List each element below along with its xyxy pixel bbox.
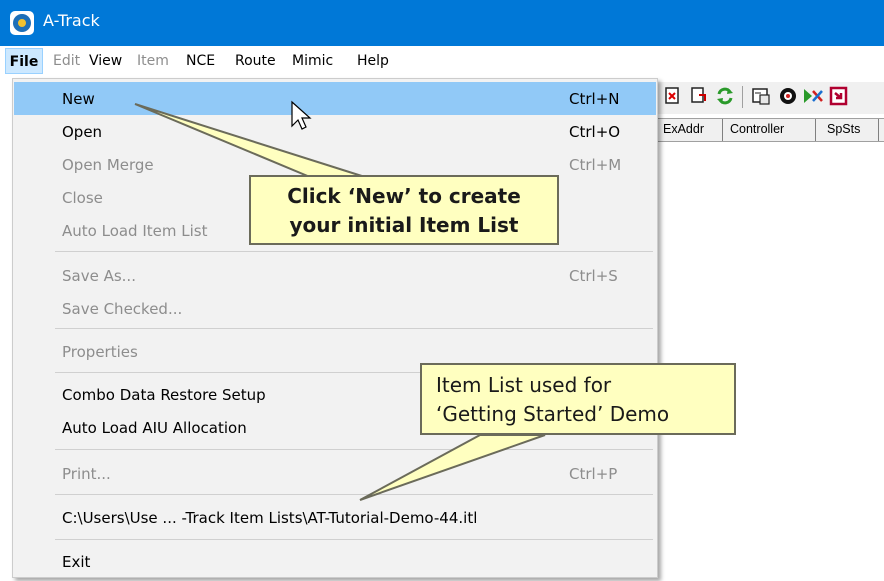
callout-pointer-demo [359, 434, 546, 501]
callout-demo-line2: ‘Getting Started’ Demo [436, 402, 670, 426]
callout-demo-line1: Item List used for [436, 373, 612, 397]
callout-pointers [134, 100, 546, 501]
callout-new-hint: Click ‘New’ to create your initial Item … [249, 175, 559, 245]
callout-demo-hint: Item List used for ‘Getting Started’ Dem… [420, 363, 736, 435]
mouse-cursor-icon [291, 100, 312, 130]
callout-new-line2: your initial Item List [289, 213, 519, 237]
callout-new-line1: Click ‘New’ to create [287, 184, 521, 208]
callout-pointer-new [134, 103, 366, 178]
